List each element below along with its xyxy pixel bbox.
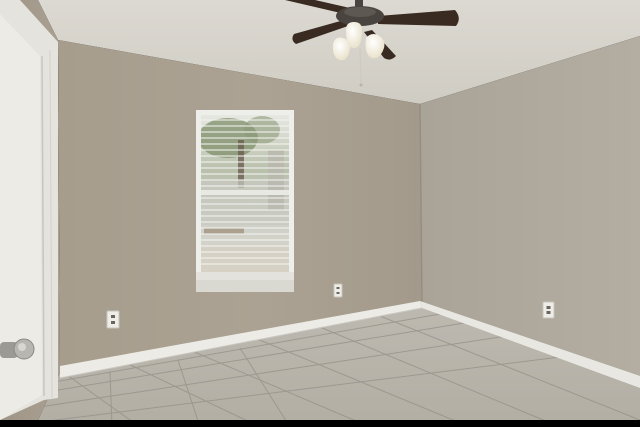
- door-handle-icon[interactable]: [0, 338, 35, 360]
- door-panel[interactable]: [0, 14, 42, 420]
- window-meeting-rail: [201, 190, 289, 195]
- power-outlet-icon: [333, 283, 343, 298]
- window: [196, 110, 294, 292]
- power-outlet-icon: [542, 301, 555, 319]
- power-outlet-icon: [106, 310, 120, 329]
- letterbox-bar: [0, 420, 640, 427]
- window-sill: [196, 272, 294, 280]
- room-scene: [0, 0, 640, 427]
- door[interactable]: [0, 0, 58, 420]
